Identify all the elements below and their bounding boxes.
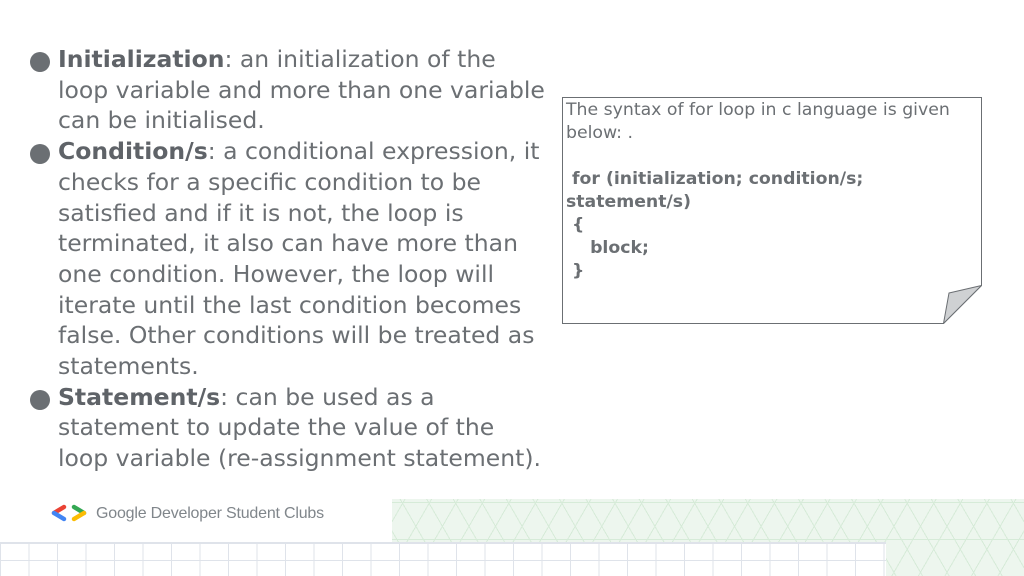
description-condition: : a conditional expression, it checks fo… (58, 137, 540, 381)
list-item-condition: Condition/s: a conditional expression, i… (30, 136, 550, 382)
bullet-dot-icon (30, 144, 50, 165)
gdsc-logo: Google Developer Student Clubs (50, 502, 324, 526)
term-statement: Statement/s (58, 382, 221, 411)
code-block: for (initialization; condition/s; stateme… (566, 168, 966, 283)
bullet-dot-icon (30, 389, 50, 410)
gdsc-brackets-icon (51, 504, 87, 522)
code-line: statement/s) (566, 192, 691, 212)
bullet-dot-icon (30, 52, 50, 72)
note-content: The syntax of for loop in c language is … (566, 99, 966, 283)
code-line: { (566, 215, 585, 235)
note-intro: The syntax of for loop in c language is … (566, 100, 950, 143)
code-line: for (initialization; condition/s; (566, 169, 864, 189)
slide: Google Developer Student Clubs Initializ… (0, 0, 1024, 576)
term-condition: Condition/s (58, 137, 208, 166)
grid-pattern-decoration (0, 542, 886, 576)
code-line: } (566, 261, 585, 281)
term-initialization: Initialization (58, 45, 225, 73)
definition-list: Initialization: an initialization of the… (30, 44, 550, 474)
code-line: block; (566, 238, 649, 258)
list-item-initialization: Initialization: an initialization of the… (30, 44, 550, 136)
list-item-statement: Statement/s: can be used as a statement … (30, 382, 550, 474)
logo-text: Google Developer Student Clubs (96, 505, 324, 522)
syntax-note-box: The syntax of for loop in c language is … (562, 97, 982, 324)
